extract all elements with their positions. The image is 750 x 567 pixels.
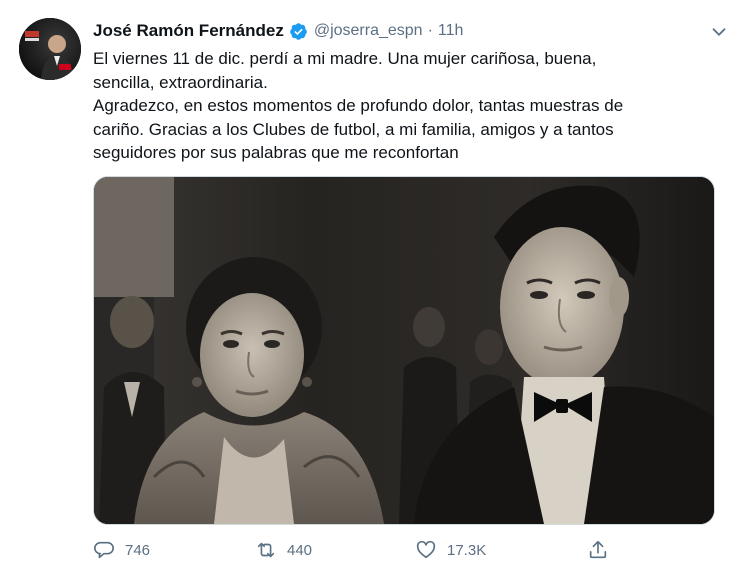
tweet-header: José Ramón Fernández @joserra_espn · 11h <box>93 19 730 43</box>
tweet-photo[interactable] <box>93 176 715 525</box>
avatar-image <box>19 18 81 80</box>
author-name[interactable]: José Ramón Fernández <box>93 21 284 41</box>
tweet-actions: 746 440 17.3K <box>93 538 713 562</box>
retweet-count: 440 <box>287 541 313 559</box>
tweet-text-line: cariño. Gracias a los Clubes de futbol, … <box>93 119 614 139</box>
like-icon <box>416 540 436 559</box>
tweet-text-line: El viernes 11 de dic. perdí a mi madre. … <box>93 49 597 68</box>
like-button[interactable]: 17.3K <box>415 538 486 562</box>
retweet-icon <box>257 542 275 558</box>
reply-icon <box>94 541 114 559</box>
reply-count: 746 <box>125 541 151 559</box>
share-icon <box>589 540 607 559</box>
tweet-text: El viernes 11 de dic. perdí a mi madre. … <box>93 47 733 165</box>
reply-button[interactable]: 746 <box>93 538 150 562</box>
tweet-photo-image <box>94 177 714 524</box>
author-handle[interactable]: @joserra_espn <box>314 22 423 40</box>
chevron-down-icon[interactable] <box>708 21 730 43</box>
like-count: 17.3K <box>447 541 487 559</box>
tweet-timestamp[interactable]: 11h <box>438 22 464 40</box>
tweet-text-line: sencilla, extraordinaria. <box>93 72 268 92</box>
tweet-text-line: seguidores por sus palabras que me recon… <box>93 143 459 162</box>
author-avatar[interactable] <box>19 18 81 80</box>
share-button[interactable] <box>587 538 619 562</box>
verified-badge-icon <box>290 22 307 40</box>
tweet-text-line: Agradezco, en estos momentos de profundo… <box>93 96 624 115</box>
tweet: José Ramón Fernández @joserra_espn · 11h… <box>0 0 750 567</box>
retweet-button[interactable]: 440 <box>255 538 312 562</box>
separator-dot: · <box>427 22 433 39</box>
